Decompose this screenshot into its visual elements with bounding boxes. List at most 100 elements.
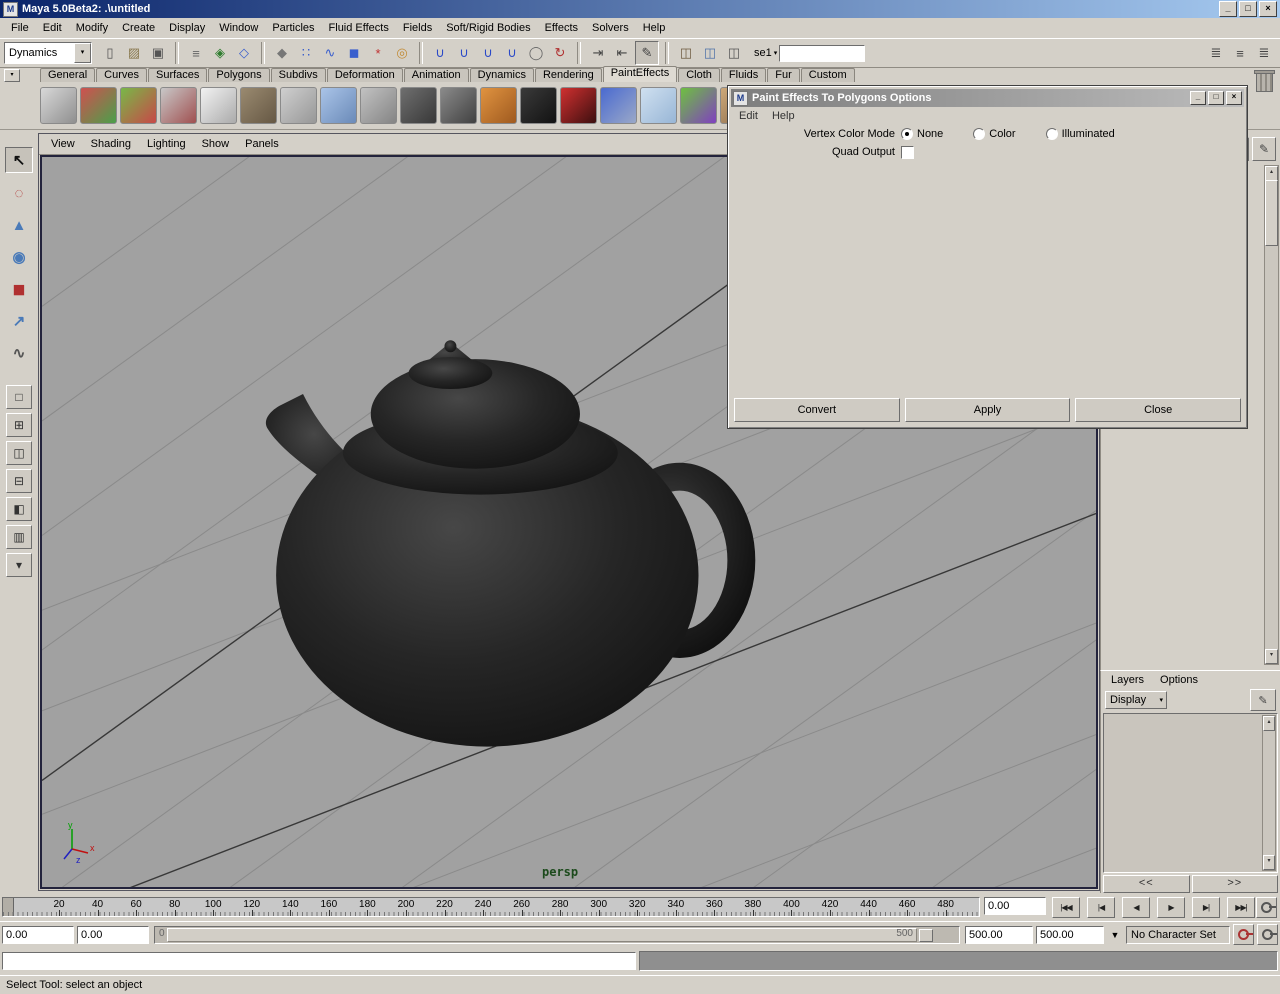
lasso-select-tool[interactable]: ◌ bbox=[6, 181, 32, 205]
construction-history-icon[interactable]: ↻ bbox=[549, 42, 571, 64]
menu-display[interactable]: Display bbox=[162, 19, 212, 37]
channel-box-edit-icon[interactable]: ✎ bbox=[1252, 137, 1276, 161]
dialog-title-bar[interactable]: M Paint Effects To Polygons Options _ □ × bbox=[731, 89, 1244, 107]
shelf-brush-1[interactable] bbox=[40, 87, 77, 124]
close-button[interactable]: × bbox=[1259, 1, 1277, 17]
snap-to-points-icon[interactable]: ∪ bbox=[477, 42, 499, 64]
maximize-button[interactable]: □ bbox=[1239, 1, 1257, 17]
menu-help[interactable]: Help bbox=[636, 19, 673, 37]
range-end-grip[interactable] bbox=[919, 928, 933, 942]
shelf-tab-painteffects[interactable]: PaintEffects bbox=[602, 66, 678, 82]
layout-single-pane-button[interactable]: □ bbox=[6, 385, 32, 409]
mask-handles-icon[interactable]: ◆ bbox=[271, 42, 293, 64]
shelf-brush-9[interactable] bbox=[360, 87, 397, 124]
panel-menu-show[interactable]: Show bbox=[194, 136, 238, 152]
shelf-brush-14[interactable] bbox=[560, 87, 597, 124]
mask-surfaces-icon[interactable]: ◼ bbox=[343, 42, 365, 64]
set-key-button[interactable] bbox=[1233, 924, 1254, 945]
playback-start-field[interactable] bbox=[2, 925, 74, 944]
select-hierarchy-icon[interactable]: ≡ bbox=[185, 42, 207, 64]
scroll-up-icon[interactable]: ▴ bbox=[1263, 716, 1275, 731]
shelf-tab-cloth[interactable]: Cloth bbox=[678, 68, 720, 82]
shelf-tab-deformation[interactable]: Deformation bbox=[326, 68, 403, 82]
shelf-tab-animation[interactable]: Animation bbox=[403, 68, 469, 82]
render-current-frame-icon[interactable]: ◫ bbox=[675, 42, 697, 64]
step-forward-frame-button[interactable]: ▶| bbox=[1192, 897, 1220, 918]
scale-tool[interactable]: ◼ bbox=[6, 277, 32, 301]
show-attribute-editor-icon[interactable]: ≣ bbox=[1205, 42, 1227, 64]
menu-set-dropdown[interactable]: Dynamics ▾ bbox=[4, 42, 92, 64]
menu-edit[interactable]: Edit bbox=[36, 19, 69, 37]
rotate-tool[interactable]: ◉ bbox=[6, 245, 32, 269]
shelf-brush-12[interactable] bbox=[480, 87, 517, 124]
scroll-down-icon[interactable]: ▾ bbox=[1263, 855, 1275, 870]
paint-effects-to-polygons-options-dialog[interactable]: M Paint Effects To Polygons Options _ □ × … bbox=[727, 85, 1248, 429]
quick-select-label[interactable]: se1 bbox=[754, 47, 772, 59]
range-slider-track[interactable]: 0 500 bbox=[154, 925, 960, 944]
range-slider-thumb[interactable] bbox=[167, 927, 917, 942]
go-to-start-button[interactable]: |◀◀ bbox=[1052, 897, 1080, 918]
shelf-tab-subdivs[interactable]: Subdivs bbox=[270, 68, 326, 82]
layout-outliner-persp-button[interactable]: ◧ bbox=[6, 497, 32, 521]
dialog-maximize-button[interactable]: □ bbox=[1208, 91, 1224, 105]
mask-curves-icon[interactable]: ∿ bbox=[319, 42, 341, 64]
layout-hypergraph-button[interactable]: ▥ bbox=[6, 525, 32, 549]
channel-box-scrollbar[interactable]: ▴ ▾ bbox=[1264, 165, 1279, 665]
radio-illuminated-icon[interactable] bbox=[1045, 128, 1058, 140]
input-connections-icon[interactable]: ⇥ bbox=[587, 42, 609, 64]
snap-to-grids-icon[interactable]: ∪ bbox=[429, 42, 451, 64]
go-to-end-button[interactable]: ▶▶| bbox=[1227, 897, 1255, 918]
panel-menu-panels[interactable]: Panels bbox=[237, 136, 287, 152]
menu-particles[interactable]: Particles bbox=[265, 19, 321, 37]
shelf-tab-curves[interactable]: Curves bbox=[96, 68, 147, 82]
layout-more-button[interactable]: ▾ bbox=[6, 553, 32, 577]
shelf-brush-7[interactable] bbox=[280, 87, 317, 124]
play-forward-button[interactable]: ▶ bbox=[1157, 897, 1185, 918]
character-set-dropdown[interactable]: No Character Set bbox=[1126, 925, 1230, 944]
move-tool[interactable]: ▲ bbox=[6, 213, 32, 237]
show-tool-settings-icon[interactable]: ≡ bbox=[1229, 42, 1251, 64]
shelf-tab-surfaces[interactable]: Surfaces bbox=[147, 68, 208, 82]
scroll-down-icon[interactable]: ▾ bbox=[1265, 649, 1278, 664]
current-time-field[interactable] bbox=[984, 897, 1046, 915]
layers-list[interactable]: ▴ ▾ bbox=[1103, 713, 1278, 873]
shelf-brush-3[interactable] bbox=[120, 87, 157, 124]
animation-start-field[interactable] bbox=[77, 925, 149, 944]
dialog-menu-help[interactable]: Help bbox=[765, 108, 802, 124]
menu-modify[interactable]: Modify bbox=[69, 19, 115, 37]
layers-scrollbar[interactable]: ▴ ▾ bbox=[1262, 715, 1276, 871]
layers-menu-options[interactable]: Options bbox=[1152, 672, 1206, 688]
pager-prev-button[interactable]: << bbox=[1103, 875, 1190, 893]
snap-to-planes-icon[interactable]: ∪ bbox=[501, 42, 523, 64]
shelf-brush-15[interactable] bbox=[600, 87, 637, 124]
pager-next-button[interactable]: >> bbox=[1191, 875, 1278, 893]
make-live-icon[interactable]: ◯ bbox=[525, 42, 547, 64]
teapot-object[interactable] bbox=[265, 340, 756, 747]
shelf-tab-rendering[interactable]: Rendering bbox=[534, 68, 602, 82]
shelf-brush-2[interactable] bbox=[80, 87, 117, 124]
scroll-up-icon[interactable]: ▴ bbox=[1265, 166, 1278, 181]
vertex-color-option-color[interactable]: Color bbox=[973, 128, 1016, 140]
command-input[interactable] bbox=[2, 952, 636, 970]
dialog-close-button[interactable]: × bbox=[1226, 91, 1242, 105]
convert-button[interactable]: Convert bbox=[734, 398, 900, 422]
output-connections-icon[interactable]: ⇤ bbox=[611, 42, 633, 64]
radio-none-icon[interactable] bbox=[901, 128, 913, 140]
layout-two-pane-button[interactable]: ◫ bbox=[6, 441, 32, 465]
vertex-color-option-none[interactable]: None bbox=[901, 128, 943, 140]
animation-preferences-button[interactable] bbox=[1257, 924, 1278, 945]
ipr-render-icon[interactable]: ◫ bbox=[699, 42, 721, 64]
shelf-tab-fluids[interactable]: Fluids bbox=[720, 68, 767, 82]
layout-four-pane-button[interactable]: ⊞ bbox=[6, 413, 32, 437]
dialog-minimize-button[interactable]: _ bbox=[1190, 91, 1206, 105]
chevron-down-icon[interactable]: ▾ bbox=[74, 43, 91, 63]
shelf-brush-13[interactable] bbox=[520, 87, 557, 124]
soft-mod-tool[interactable]: ↗ bbox=[6, 309, 32, 333]
shelf-brush-16[interactable] bbox=[640, 87, 677, 124]
select-tool[interactable]: ↖ bbox=[5, 147, 33, 173]
dialog-menu-edit[interactable]: Edit bbox=[732, 108, 765, 124]
quad-output-checkbox[interactable] bbox=[901, 145, 914, 159]
shelf-brush-5[interactable] bbox=[200, 87, 237, 124]
shelf-brush-10[interactable] bbox=[400, 87, 437, 124]
layer-mode-dropdown[interactable]: Display ▾ bbox=[1105, 691, 1167, 709]
